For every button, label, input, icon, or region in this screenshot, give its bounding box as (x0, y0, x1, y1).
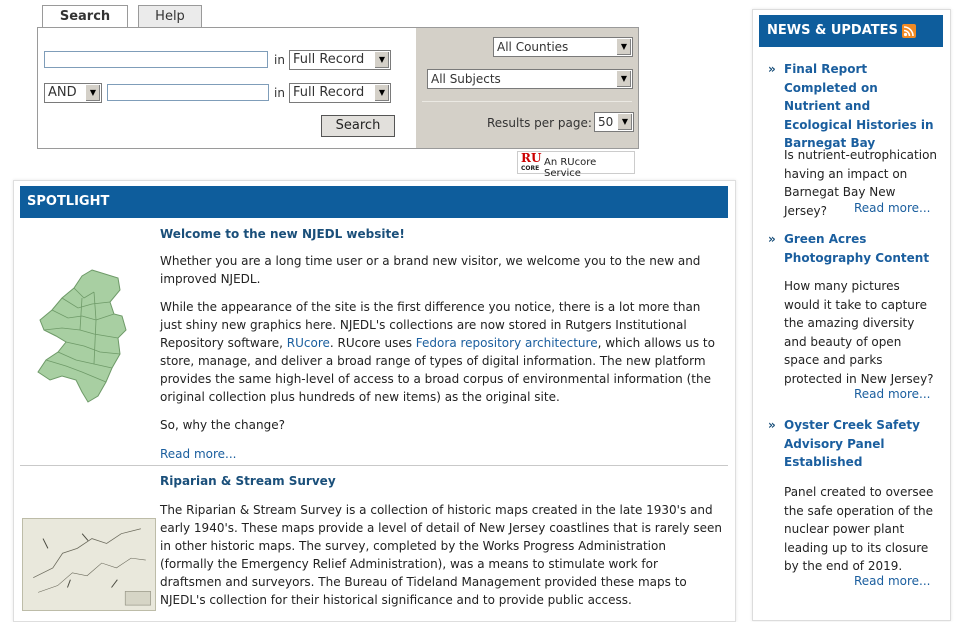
field-select-2-value: Full Record (293, 85, 365, 100)
news-item: » Final Report Completed on Nutrient and… (768, 60, 938, 220)
subject-select[interactable]: All Subjects ▼ (427, 69, 633, 89)
article-divider (20, 465, 728, 466)
article-title[interactable]: Riparian & Stream Survey (160, 472, 722, 490)
spotlight-article-welcome: Welcome to the new NJEDL website! Whethe… (160, 225, 722, 463)
tab-help[interactable]: Help (138, 5, 202, 28)
bullet-icon: » (768, 232, 776, 246)
chevron-down-icon: ▼ (85, 85, 100, 101)
county-select-value: All Counties (497, 40, 569, 54)
new-jersey-map-image (37, 269, 127, 403)
article-paragraph: So, why the change? (160, 418, 285, 432)
subject-select-value: All Subjects (431, 72, 501, 86)
rss-icon[interactable] (902, 24, 916, 38)
chevron-down-icon: ▼ (616, 71, 631, 87)
spotlight-header: SPOTLIGHT (20, 186, 728, 218)
read-more-link[interactable]: Read more... (854, 572, 931, 591)
field-select-2[interactable]: Full Record ▼ (289, 83, 391, 103)
search-term-input-2[interactable] (107, 84, 269, 101)
in-label-2: in (274, 86, 285, 100)
article-title[interactable]: Welcome to the new NJEDL website! (160, 225, 722, 243)
spotlight-article-riparian: Riparian & Stream Survey The Riparian & … (160, 472, 722, 609)
bullet-icon: » (768, 62, 776, 76)
riparian-survey-map-image (22, 518, 156, 611)
rucore-logo: RU (521, 151, 542, 165)
fedora-link[interactable]: Fedora repository architecture (416, 336, 598, 350)
results-per-page-value: 50 (598, 115, 614, 129)
rucore-logo-core: CORE (521, 165, 540, 172)
news-item: » Green Acres Photography Content How ma… (768, 230, 938, 405)
rucore-link[interactable]: RUcore (287, 336, 330, 350)
article-paragraph: Whether you are a long time user or a br… (160, 254, 701, 286)
search-term-input-1[interactable] (44, 51, 268, 68)
chevron-down-icon: ▼ (374, 85, 389, 101)
chevron-down-icon: ▼ (616, 39, 631, 55)
in-label-1: in (274, 53, 285, 67)
news-description: How many pictures would it take to captu… (784, 279, 934, 386)
article-paragraph: The Riparian & Stream Survey is a collec… (160, 503, 722, 607)
read-more-link[interactable]: Read more... (854, 199, 931, 218)
news-description: Panel created to oversee the safe operat… (784, 485, 934, 573)
results-per-page-label: Results per page: (487, 116, 592, 130)
rucore-service-text: An RUcore Service (544, 157, 597, 179)
article-paragraph: While the appearance of the site is the … (160, 298, 722, 406)
news-title-link[interactable]: Green Acres Photography Content (784, 230, 938, 267)
bullet-icon: » (768, 418, 776, 432)
field-select-1[interactable]: Full Record ▼ (289, 50, 391, 70)
article-text: . RUcore uses (329, 336, 416, 350)
read-more-link[interactable]: Read more... (854, 385, 931, 404)
search-button[interactable]: Search (321, 115, 395, 137)
rucore-badge[interactable]: RU CORE An RUcore Service (517, 151, 635, 179)
county-select[interactable]: All Counties ▼ (493, 37, 633, 57)
news-item: » Oyster Creek Safety Advisory Panel Est… (768, 416, 938, 596)
read-more-link[interactable]: Read more... (160, 445, 722, 463)
field-select-1-value: Full Record (293, 52, 365, 67)
news-title-link[interactable]: Oyster Creek Safety Advisory Panel Estab… (784, 416, 938, 472)
results-per-page-select[interactable]: 50 ▼ (594, 112, 634, 132)
chevron-down-icon: ▼ (374, 52, 389, 68)
chevron-down-icon: ▼ (617, 114, 632, 130)
filter-divider (422, 101, 632, 102)
news-title-link[interactable]: Final Report Completed on Nutrient and E… (784, 60, 938, 153)
operator-value: AND (48, 85, 77, 100)
tab-search[interactable]: Search (42, 5, 128, 29)
boolean-operator-select[interactable]: AND ▼ (44, 83, 102, 103)
search-panel: in Full Record ▼ AND ▼ in Full Record ▼ … (37, 27, 639, 149)
